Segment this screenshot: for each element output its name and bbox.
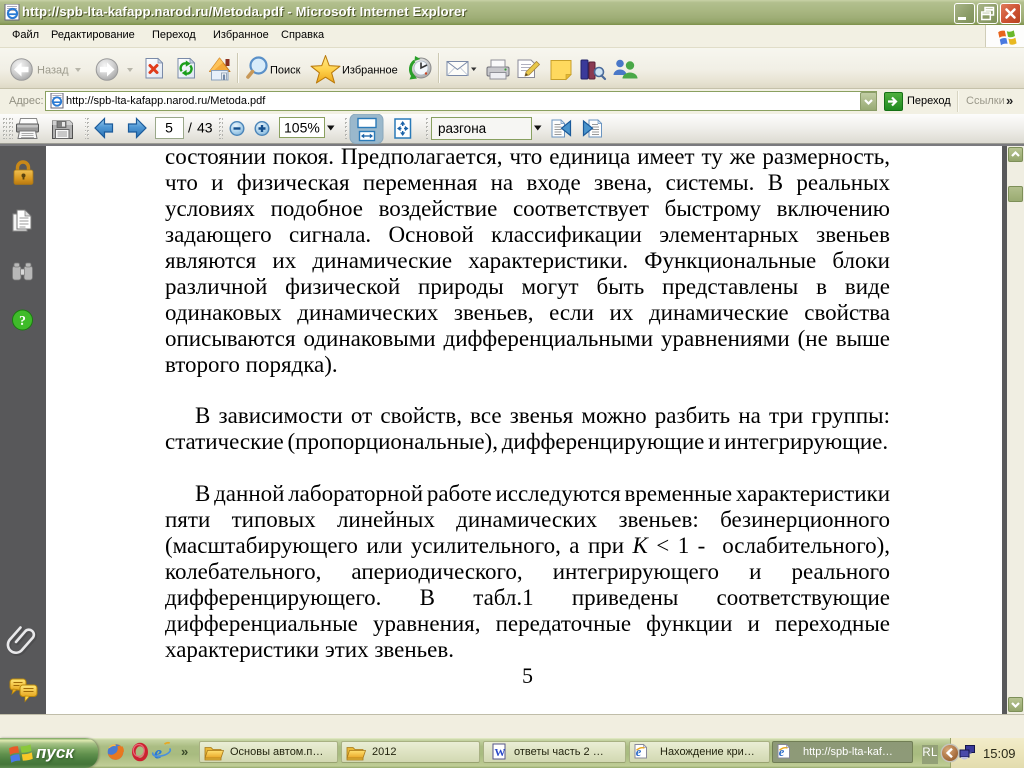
svg-text:W: W [495,747,506,759]
svg-text:»: » [181,744,188,759]
svg-text:?: ? [19,313,26,328]
svg-text:разгона: разгона [438,121,487,136]
svg-text:Назад: Назад [37,65,69,77]
svg-text:43: 43 [197,120,213,136]
svg-text:105%: 105% [284,120,320,136]
svg-text:e: e [154,743,162,763]
svg-text:Избранное: Избранное [342,65,398,77]
svg-text:Поиск: Поиск [270,65,301,77]
svg-text:/: / [188,120,192,136]
svg-text:5: 5 [165,120,173,136]
